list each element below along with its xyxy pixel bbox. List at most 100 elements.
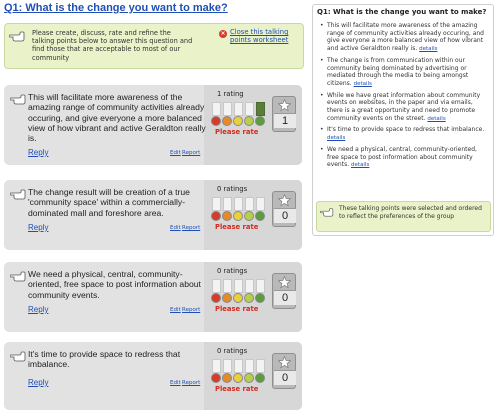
rating-option[interactable] (244, 373, 254, 383)
summary-footer: These talking points were selected and o… (316, 201, 491, 232)
reply-link[interactable]: Reply (28, 148, 48, 157)
details-link[interactable]: details (419, 46, 437, 52)
score-value: 0 (274, 208, 296, 223)
rating-bar (212, 102, 221, 116)
edit-link[interactable]: Edit (170, 307, 181, 313)
reply-link[interactable]: Reply (28, 378, 48, 387)
score-box: 1 (272, 96, 296, 132)
summary-item: This will facilitate more awareness of t… (317, 22, 489, 54)
rating-bar (256, 197, 265, 211)
rating-histogram (212, 279, 268, 293)
edit-link[interactable]: Edit (170, 380, 181, 386)
summary-list: This will facilitate more awareness of t… (317, 22, 489, 173)
close-worksheet-link[interactable]: Close this talking points worksheet (230, 28, 304, 45)
rating-option[interactable] (222, 116, 232, 126)
edit-link[interactable]: Edit (170, 150, 181, 156)
rating-selector (211, 293, 269, 303)
report-link[interactable]: Report (182, 150, 200, 156)
summary-item: We need a physical, central, community-o… (317, 146, 489, 170)
rating-bar (256, 102, 265, 116)
rating-bar (245, 197, 254, 211)
details-link[interactable]: details (351, 162, 369, 168)
rating-bar (245, 102, 254, 116)
talking-point-text: The change result will be creation of a … (28, 187, 190, 218)
rating-count: 1 rating (217, 90, 244, 98)
details-link[interactable]: details (427, 116, 445, 122)
score-value: 0 (274, 370, 296, 385)
rating-bar (212, 197, 221, 211)
summary-item-text: It's time to provide space to redress th… (327, 126, 485, 134)
rating-bar (234, 197, 243, 211)
rating-option[interactable] (211, 211, 221, 221)
rating-count: 0 ratings (217, 347, 248, 355)
reply-link[interactable]: Reply (28, 223, 48, 232)
rating-selector (211, 116, 269, 126)
star-icon (278, 99, 291, 112)
pointing-hand-icon (10, 189, 26, 200)
score-box: 0 (272, 273, 296, 309)
rating-option[interactable] (222, 293, 232, 303)
rating-option[interactable] (222, 211, 232, 221)
please-rate-label: Please rate (215, 385, 259, 393)
pointing-hand-icon (10, 271, 26, 282)
edit-link[interactable]: Edit (170, 225, 181, 231)
report-link[interactable]: Report (182, 225, 200, 231)
rating-option[interactable] (244, 293, 254, 303)
close-icon[interactable]: × (219, 30, 227, 38)
pointing-hand-icon (10, 351, 26, 362)
page-title[interactable]: Q1: What is the change you want to make? (4, 2, 304, 14)
details-link[interactable]: details (354, 81, 372, 87)
summary-panel: Q1: What is the change you want to make?… (312, 4, 494, 236)
summary-title: Q1: What is the change you want to make? (317, 8, 487, 16)
report-link[interactable]: Report (182, 307, 200, 313)
please-rate-label: Please rate (215, 223, 259, 231)
rating-option[interactable] (211, 293, 221, 303)
rating-option[interactable] (255, 211, 265, 221)
rating-option[interactable] (255, 293, 265, 303)
star-icon (278, 194, 291, 207)
rating-selector (211, 373, 269, 383)
talking-point-text: This will facilitate more awareness of t… (28, 92, 206, 144)
score-box: 0 (272, 353, 296, 389)
reply-link[interactable]: Reply (28, 305, 48, 314)
rating-bar (234, 359, 243, 373)
rating-histogram (212, 359, 268, 373)
rating-bar (223, 197, 232, 211)
details-link[interactable]: details (327, 135, 345, 141)
report-link[interactable]: Report (182, 380, 200, 386)
rating-option[interactable] (211, 373, 221, 383)
rating-bar (234, 102, 243, 116)
rating-histogram (212, 102, 268, 116)
talking-point-card: It's time to provide space to redress th… (4, 342, 302, 410)
score-box: 0 (272, 191, 296, 227)
rating-bar (223, 359, 232, 373)
summary-item-text: We need a physical, central, community-o… (327, 145, 477, 169)
talking-point-card: This will facilitate more awareness of t… (4, 85, 302, 165)
rating-option[interactable] (233, 211, 243, 221)
instructions-text: Please create, discuss, rate and refine … (32, 29, 193, 62)
rating-bar (245, 279, 254, 293)
rating-selector (211, 211, 269, 221)
rating-option[interactable] (255, 116, 265, 126)
rating-option[interactable] (244, 116, 254, 126)
rating-option[interactable] (222, 373, 232, 383)
please-rate-label: Please rate (215, 305, 259, 313)
score-value: 1 (274, 113, 296, 128)
rating-option[interactable] (255, 373, 265, 383)
rating-bar (256, 279, 265, 293)
rating-option[interactable] (244, 211, 254, 221)
talking-point-card: We need a physical, central, community-o… (4, 262, 302, 332)
summary-item-text: This will facilitate more awareness of t… (327, 22, 484, 53)
rating-option[interactable] (233, 116, 243, 126)
summary-item: While we have great information about co… (317, 92, 489, 124)
pointing-hand-icon (10, 94, 26, 105)
talking-point-text: We need a physical, central, community-o… (28, 269, 201, 300)
rating-bar (223, 279, 232, 293)
rating-bar (245, 359, 254, 373)
rating-option[interactable] (233, 373, 243, 383)
rating-option[interactable] (211, 116, 221, 126)
rating-histogram (212, 197, 268, 211)
rating-bar (212, 359, 221, 373)
rating-option[interactable] (233, 293, 243, 303)
rating-bar (223, 102, 232, 116)
